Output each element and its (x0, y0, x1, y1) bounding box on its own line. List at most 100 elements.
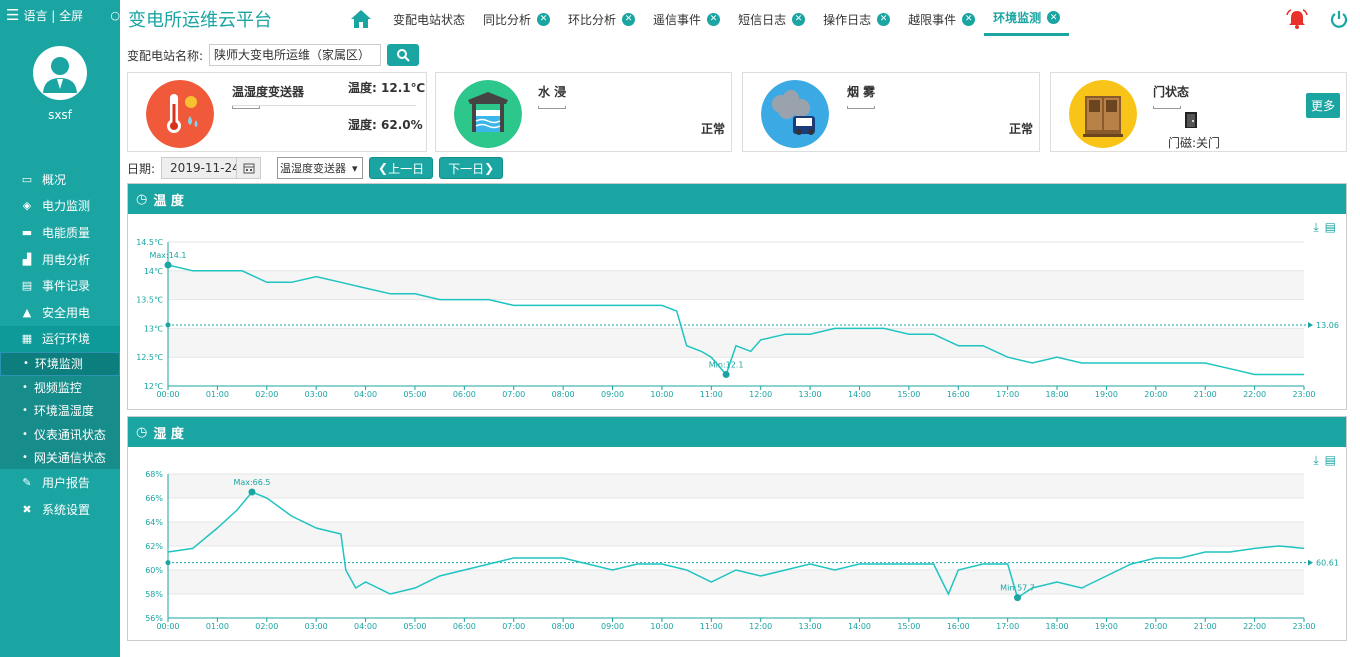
tab-operation-log[interactable]: 操作日志 ✕ (814, 2, 899, 36)
subnav-label: 环境监测 (34, 357, 83, 372)
subnav-meter-comm[interactable]: • 仪表通讯状态 (0, 422, 120, 446)
x-tick-label: 09:00 (601, 390, 624, 399)
x-tick-label: 10:00 (650, 622, 673, 631)
y-tick-label: 68% (145, 470, 163, 479)
sensor-name: 烟 雾 (847, 85, 876, 99)
humidity-reading: 湿度: 62.0% (348, 116, 423, 133)
chevron-right-icon: ❯ (484, 161, 495, 175)
close-icon[interactable]: ✕ (537, 12, 551, 26)
date-input[interactable]: 2019-11-24 (161, 157, 262, 179)
tab-remote-events[interactable]: 遥信事件 ✕ (644, 2, 729, 36)
search-button[interactable] (387, 44, 420, 66)
humidity-chart: 56%58%60%62%64%66%68%00:00 01:00 02:00 03:0… (145, 470, 1339, 631)
power-off-icon[interactable] (1330, 10, 1348, 28)
tab-limit-events[interactable]: 越限事件 ✕ (899, 2, 984, 36)
date-toolbar: 日期: 2019-11-24 温湿度变送器 ▾ ❮ 上一日 下一日 ❯ (127, 157, 504, 179)
tab-label: 遥信事件 (653, 12, 702, 27)
language-fullscreen-link[interactable]: 语言 | 全屏 (23, 7, 83, 24)
station-input[interactable]: 陕师大变电所运维（家属区） (209, 44, 382, 66)
nav-item-power-monitor[interactable]: ◈ 电力监测 (0, 193, 120, 220)
top-right-actions (1286, 9, 1348, 29)
y-tick-label: 14.5℃ (136, 238, 163, 247)
x-tick-label: 14:00 (848, 390, 871, 399)
x-tick-label: 07:00 (502, 390, 525, 399)
nav-label: 电力监测 (42, 199, 91, 214)
chart-tools: ⤓ ▤ (1313, 453, 1336, 468)
search-icon[interactable]: ○ (110, 9, 120, 22)
x-tick-label: 09:00 (601, 622, 624, 631)
humidity-value: 62.0% (381, 118, 423, 132)
panel-header: ◷ 湿 度 (128, 417, 1346, 447)
subnav-env-temp-humidity[interactable]: • 环境温湿度 (0, 398, 120, 423)
average-start-point (165, 322, 171, 328)
alarm-bell-icon[interactable] (1286, 9, 1308, 29)
nav-item-overview[interactable]: ▭ 概况 (0, 166, 120, 193)
clock-icon: ◷ (136, 424, 148, 440)
download-icon[interactable]: ⤓ (1313, 220, 1318, 235)
nav-item-power-quality[interactable]: ▬ 电能质量 (0, 219, 120, 246)
prev-day-button[interactable]: ❮ 上一日 (369, 157, 434, 179)
card-smoke: 烟 雾 正常 (742, 72, 1040, 152)
nav-item-settings[interactable]: ✖ 系统设置 (0, 496, 120, 523)
x-tick-label: 12:00 (749, 390, 772, 399)
chevron-left-icon: ❮ (378, 161, 389, 175)
tab-station-status[interactable]: 变配电站状态 (384, 2, 474, 36)
monitor-icon: ▭ (21, 172, 33, 186)
close-icon[interactable]: ✕ (1047, 11, 1061, 24)
x-tick-label: 21:00 (1194, 390, 1217, 399)
divider (232, 106, 260, 109)
grid-band (168, 570, 1304, 594)
tab-sms-log[interactable]: 短信日志 ✕ (729, 2, 814, 36)
more-button[interactable]: 更多 (1305, 93, 1340, 118)
next-day-button[interactable]: 下一日 ❯ (439, 157, 504, 179)
close-icon[interactable]: ✕ (877, 12, 891, 26)
tab-mom-analysis[interactable]: 环比分析 ✕ (559, 2, 644, 36)
download-icon[interactable]: ⤓ (1313, 453, 1318, 468)
nav-item-user-report[interactable]: ✎ 用户报告 (0, 469, 120, 496)
divider (847, 106, 875, 109)
temp-reading: 温度: 12.1℃ (348, 79, 425, 96)
document-icon: ▤ (21, 279, 33, 293)
device-select[interactable]: 温湿度变送器 ▾ (277, 157, 364, 179)
close-icon[interactable]: ✕ (707, 12, 721, 26)
prev-day-label: 上一日 (388, 161, 425, 176)
bullet-icon: • (23, 358, 29, 370)
smoke-detector-icon (761, 80, 829, 148)
nav-item-safety[interactable]: ▲ 安全用电 (0, 299, 120, 326)
tab-yoy-analysis[interactable]: 同比分析 ✕ (474, 2, 559, 36)
date-value: 2019-11-24 (170, 161, 239, 175)
close-icon[interactable]: ✕ (792, 12, 806, 26)
max-point (164, 261, 172, 269)
min-point (1014, 594, 1022, 602)
data-view-icon[interactable]: ▤ (1325, 453, 1336, 468)
data-view-icon[interactable]: ▤ (1325, 220, 1336, 235)
subnav-gateway-comm[interactable]: • 网关通信状态 (0, 445, 120, 470)
top-bar: 变电所运维云平台 变配电站状态 同比分析 ✕ 环比分析 ✕ 遥信事件 ✕ 短信日志 ✕ … (120, 0, 1360, 38)
card-door-status: 门状态 门磁:关门 更多 (1050, 72, 1347, 152)
menu-icon[interactable]: ☰ (6, 6, 19, 24)
calendar-icon[interactable] (236, 158, 261, 178)
nav-item-usage-analysis[interactable]: ▟ 用电分析 (0, 246, 120, 273)
x-tick-label: 19:00 (1095, 390, 1118, 399)
nav-label: 系统设置 (42, 502, 91, 517)
home-icon[interactable] (350, 9, 372, 29)
x-tick-label: 13:00 (799, 390, 822, 399)
subnav-label: 仪表通讯状态 (33, 427, 106, 442)
nav-label: 电能质量 (42, 225, 91, 240)
max-point (248, 488, 256, 496)
subnav-env-monitor[interactable]: • 环境监测 (0, 352, 120, 376)
tab-env-monitor[interactable]: 环境监测 ✕ (984, 2, 1070, 36)
close-icon[interactable]: ✕ (962, 12, 976, 26)
x-tick-label: 02:00 (255, 390, 278, 399)
avatar[interactable] (33, 46, 87, 100)
y-tick-label: 58% (145, 590, 163, 599)
device-select-value: 温湿度变送器 (280, 162, 347, 175)
bar-chart-icon: ▟ (22, 252, 32, 266)
sidebar: ☰ 语言 | 全屏 ○ sxsf ▭ 概况 ◈ 电力监测 ▬ 电能质量 ▟ 用电分析 ▤… (0, 0, 120, 657)
x-tick-label: 22:00 (1243, 622, 1266, 631)
nav-item-environment[interactable]: ▦ 运行环境 (0, 325, 120, 353)
close-icon[interactable]: ✕ (622, 12, 636, 26)
subnav-video[interactable]: • 视频监控 (0, 375, 120, 399)
nav-item-event-records[interactable]: ▤ 事件记录 (0, 272, 120, 299)
y-tick-label: 14℃ (144, 267, 163, 276)
